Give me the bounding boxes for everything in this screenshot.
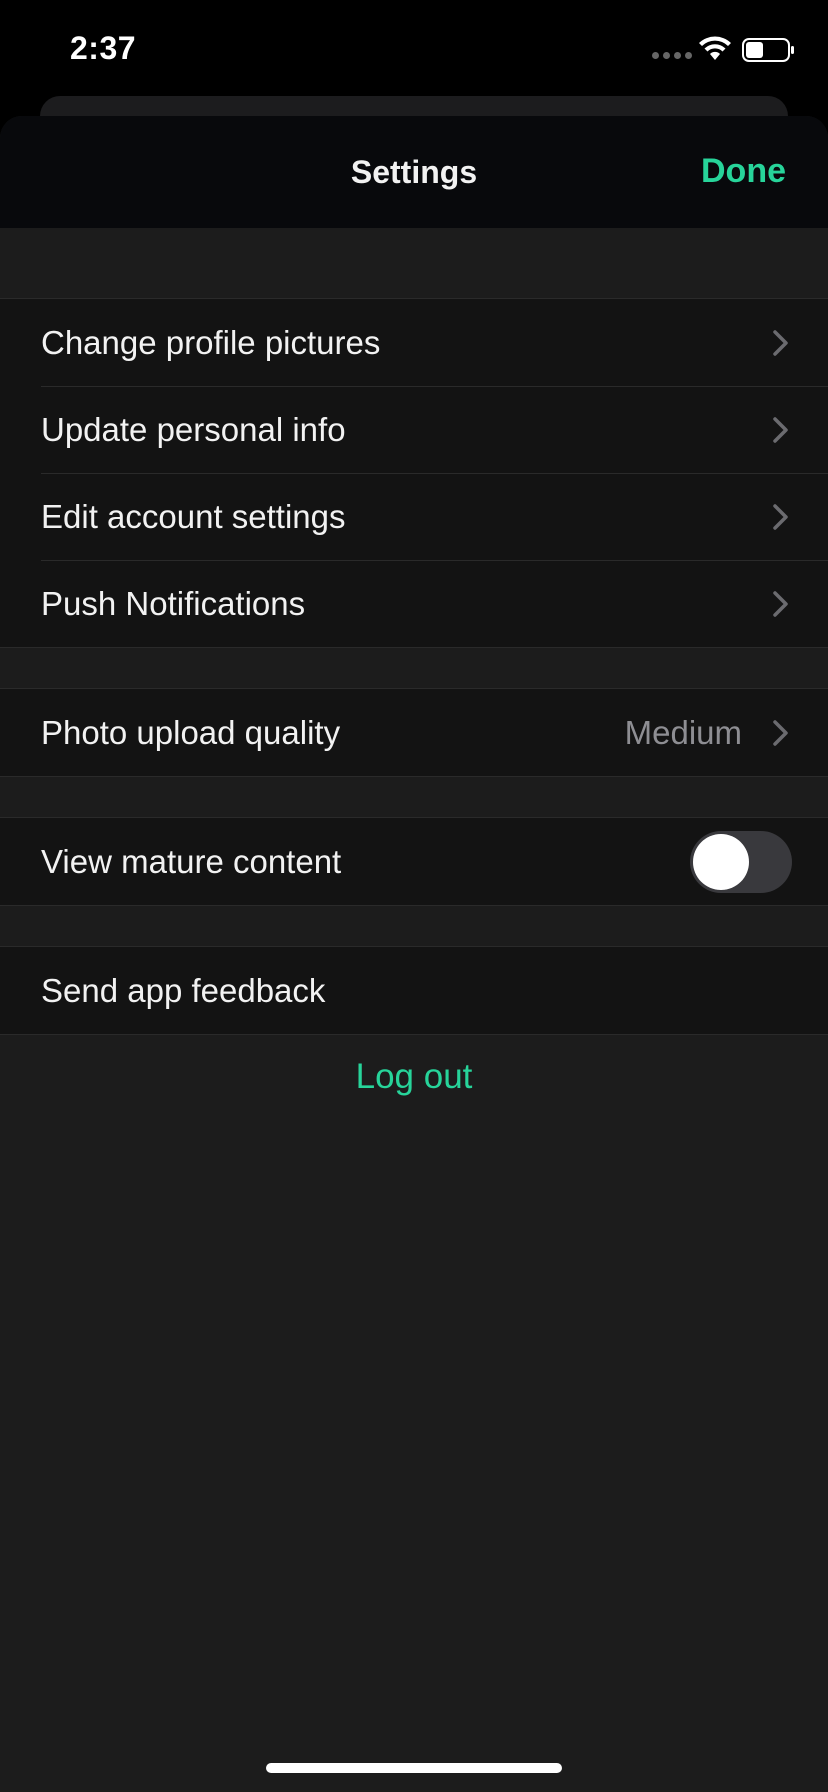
row-label: View mature content bbox=[41, 842, 342, 880]
home-indicator bbox=[266, 1763, 562, 1773]
chevron-right-icon bbox=[773, 329, 788, 356]
chevron-right-icon bbox=[773, 590, 788, 617]
section-spacer bbox=[0, 777, 828, 818]
row-label: Photo upload quality bbox=[41, 713, 341, 751]
settings-group-photo: Photo upload quality Medium bbox=[0, 689, 828, 777]
row-edit-account-settings[interactable]: Edit account settings bbox=[0, 473, 828, 560]
nav-bar: Settings Done bbox=[0, 116, 828, 228]
row-label: Edit account settings bbox=[41, 497, 346, 535]
chevron-right-icon bbox=[773, 416, 788, 443]
status-bar: 2:37 bbox=[0, 0, 828, 100]
section-spacer bbox=[0, 906, 828, 947]
row-push-notifications[interactable]: Push Notifications bbox=[0, 560, 828, 647]
row-view-mature-content: View mature content bbox=[0, 818, 828, 905]
row-label: Push Notifications bbox=[41, 584, 306, 622]
row-photo-upload-quality[interactable]: Photo upload quality Medium bbox=[0, 689, 828, 776]
done-button[interactable]: Done bbox=[701, 152, 786, 191]
row-update-personal-info[interactable]: Update personal info bbox=[0, 386, 828, 473]
section-spacer bbox=[0, 228, 828, 299]
section-spacer bbox=[0, 648, 828, 689]
settings-sheet: Settings Done Change profile pictures Up… bbox=[0, 116, 828, 1792]
row-label: Change profile pictures bbox=[41, 323, 381, 361]
settings-group-feedback: Send app feedback bbox=[0, 947, 828, 1035]
chevron-right-icon bbox=[773, 719, 788, 746]
chevron-right-icon bbox=[773, 503, 788, 530]
row-label: Send app feedback bbox=[41, 971, 326, 1009]
photo-quality-value: Medium bbox=[624, 713, 742, 751]
settings-group-account: Change profile pictures Update personal … bbox=[0, 299, 828, 648]
mature-content-toggle[interactable] bbox=[690, 830, 792, 893]
logout-button[interactable]: Log out bbox=[314, 1057, 514, 1097]
battery-icon bbox=[742, 38, 794, 62]
row-label: Update personal info bbox=[41, 410, 346, 448]
toggle-knob bbox=[693, 833, 749, 890]
settings-group-content: View mature content bbox=[0, 818, 828, 906]
wifi-icon bbox=[699, 36, 731, 60]
status-time: 2:37 bbox=[70, 30, 137, 66]
row-change-profile-pictures[interactable]: Change profile pictures bbox=[0, 299, 828, 386]
cellular-signal-icon bbox=[652, 52, 692, 59]
row-send-app-feedback[interactable]: Send app feedback bbox=[0, 947, 828, 1034]
